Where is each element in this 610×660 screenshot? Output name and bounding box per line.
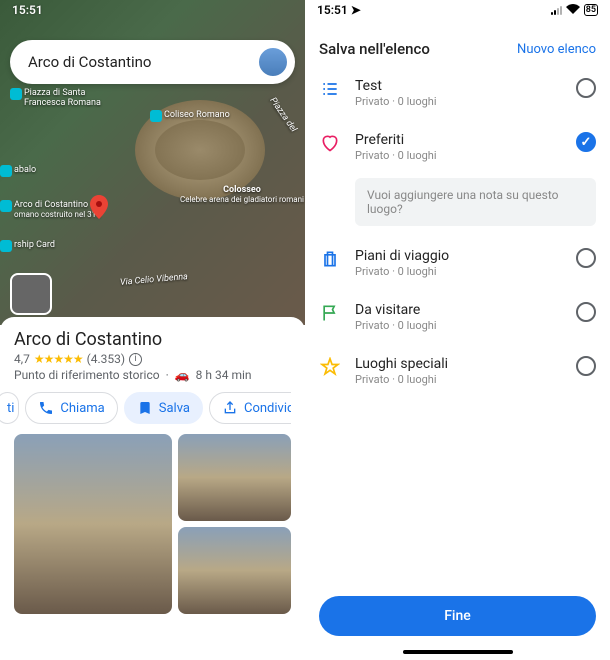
note-input[interactable]: Vuoi aggiungere una nota su questo luogo… bbox=[355, 178, 596, 226]
star-icon bbox=[319, 356, 341, 378]
call-button[interactable]: Chiama bbox=[25, 392, 117, 424]
map-label-rship[interactable]: rship Card bbox=[0, 240, 55, 250]
flag-icon bbox=[319, 302, 341, 324]
photo-2[interactable] bbox=[178, 434, 291, 521]
search-bar[interactable]: Arco di Costantino bbox=[10, 40, 295, 84]
action-chips: ti Chiama Salva Condividi bbox=[0, 392, 291, 424]
list-meta: Privato · 0 luoghi bbox=[355, 319, 562, 332]
phone-icon bbox=[38, 400, 54, 416]
home-indicator[interactable] bbox=[403, 650, 513, 654]
chip-fragment-left[interactable]: ti bbox=[0, 392, 19, 424]
place-category: Punto di riferimento storico bbox=[14, 368, 160, 382]
stars-icon: ★★★★★ bbox=[34, 352, 83, 366]
battery-icon: 85 bbox=[584, 4, 598, 16]
map-label-coliseo[interactable]: Coliseo Romano bbox=[150, 110, 230, 120]
save-button[interactable]: Salva bbox=[124, 392, 203, 424]
car-icon: 🚗 bbox=[175, 368, 190, 382]
heart-icon bbox=[319, 132, 341, 154]
photo-main[interactable] bbox=[14, 434, 172, 614]
location-pin-icon[interactable] bbox=[90, 195, 108, 219]
list-item-preferiti[interactable]: PreferitiPrivato · 0 luoghi bbox=[305, 120, 610, 174]
map-label-abalo[interactable]: abalo bbox=[0, 165, 36, 175]
wifi-icon bbox=[566, 3, 580, 17]
list-radio[interactable] bbox=[576, 248, 596, 268]
status-bar-left: 15:51 bbox=[0, 0, 305, 20]
list-name: Luoghi speciali bbox=[355, 356, 562, 372]
rating-row[interactable]: 4,7 ★★★★★ (4.353) i bbox=[14, 352, 291, 366]
map-label-piazza[interactable]: Piazza di SantaFrancesca Romana bbox=[10, 88, 101, 108]
place-card: Arco di Costantino 4,7 ★★★★★ (4.353) i P… bbox=[0, 317, 305, 660]
share-button[interactable]: Condividi bbox=[209, 392, 291, 424]
profile-avatar[interactable] bbox=[257, 46, 289, 78]
photo-3[interactable] bbox=[178, 527, 291, 614]
list-icon bbox=[319, 78, 341, 100]
search-input[interactable]: Arco di Costantino bbox=[28, 53, 257, 71]
list-item-test[interactable]: TestPrivato · 0 luoghi bbox=[305, 66, 610, 120]
list-meta: Privato · 0 luoghi bbox=[355, 149, 562, 162]
place-title: Arco di Costantino bbox=[14, 329, 291, 350]
rating-value: 4,7 bbox=[14, 352, 30, 366]
photo-gallery[interactable] bbox=[14, 434, 291, 614]
map-label-colosseo[interactable]: ColosseoCelebre arena dei gladiatori rom… bbox=[180, 185, 304, 205]
new-list-button[interactable]: Nuovo elenco bbox=[517, 42, 596, 57]
list-name: Test bbox=[355, 78, 562, 94]
save-title: Salva nell'elenco bbox=[319, 40, 430, 58]
location-arrow-icon: ➤ bbox=[351, 3, 361, 17]
info-icon[interactable]: i bbox=[129, 353, 142, 366]
signal-icon bbox=[551, 5, 562, 15]
status-bar-right: 15:51 ➤ 85 bbox=[305, 0, 610, 20]
list-name: Preferiti bbox=[355, 132, 562, 148]
review-count: (4.353) bbox=[87, 352, 125, 366]
bookmark-icon bbox=[137, 400, 153, 416]
list-name: Piani di viaggio bbox=[355, 248, 562, 264]
list-radio[interactable] bbox=[576, 356, 596, 376]
list-item-piani[interactable]: Piani di viaggioPrivato · 0 luoghi bbox=[305, 236, 610, 290]
list-item-visitare[interactable]: Da visitarePrivato · 0 luoghi bbox=[305, 290, 610, 344]
road-label-celio: Via Celio Vibenna bbox=[120, 272, 189, 288]
lists-container: TestPrivato · 0 luoghiPreferitiPrivato ·… bbox=[305, 66, 610, 586]
list-item-speciali[interactable]: Luoghi specialiPrivato · 0 luoghi bbox=[305, 344, 610, 398]
done-button[interactable]: Fine bbox=[319, 596, 596, 636]
eta-value: 8 h 34 min bbox=[196, 368, 252, 382]
list-radio[interactable] bbox=[576, 302, 596, 322]
list-meta: Privato · 0 luoghi bbox=[355, 373, 562, 386]
share-icon bbox=[222, 400, 238, 416]
list-radio[interactable] bbox=[576, 132, 596, 152]
list-radio[interactable] bbox=[576, 78, 596, 98]
list-meta: Privato · 0 luoghi bbox=[355, 265, 562, 278]
list-name: Da visitare bbox=[355, 302, 562, 318]
suitcase-icon bbox=[319, 248, 341, 270]
map-label-arco[interactable]: Arco di Costantinoomano costruito nel 31… bbox=[0, 200, 101, 220]
list-meta: Privato · 0 luoghi bbox=[355, 95, 562, 108]
status-time: 15:51 bbox=[317, 3, 348, 17]
status-time: 15:51 bbox=[12, 3, 43, 17]
road-label-piazza: Piazza del bbox=[268, 96, 299, 134]
street-view-button[interactable] bbox=[10, 273, 52, 315]
